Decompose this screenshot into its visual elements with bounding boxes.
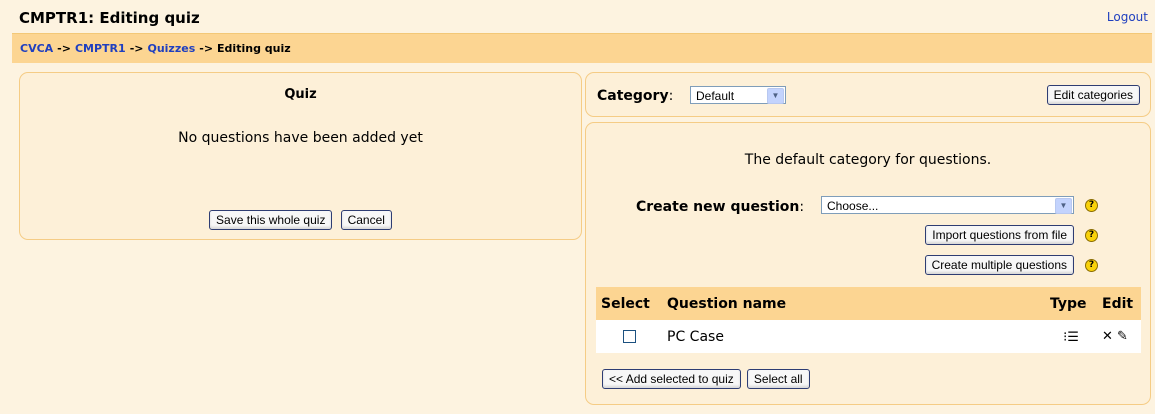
quiz-actions: Save this whole quiz Cancel [20,210,581,230]
breadcrumb-separator: -> [129,42,144,55]
quiz-panel-title: Quiz [284,87,317,102]
question-name: PC Case [662,320,1045,353]
category-panel: Category: Default ▼ Edit categories [585,72,1151,117]
chevron-down-icon: ▼ [767,88,784,104]
edit-categories-button[interactable]: Edit categories [1046,85,1140,105]
multichoice-icon: ⁝☰ [1063,329,1079,345]
bank-actions: << Add selected to quiz Select all [602,369,810,389]
type-cell: ⁝☰ [1045,320,1097,353]
page-title: CMPTR1: Editing quiz [19,9,200,27]
category-select[interactable]: Default ▼ [690,86,786,104]
category-description: The default category for questions. [744,152,992,168]
question-checkbox[interactable] [622,330,636,343]
import-questions-button[interactable]: Import questions from file [925,225,1074,245]
select-all-button[interactable]: Select all [746,369,810,389]
breadcrumb-quizzes[interactable]: Quizzes [147,42,195,55]
table-row: PC Case ⁝☰ ✕ ✎ [596,320,1141,353]
breadcrumb: CVCA -> CMPTR1 -> Quizzes -> Editing quiz [12,33,1152,63]
edit-icon[interactable]: ✎ [1117,329,1128,344]
help-icon[interactable]: ? [1085,259,1098,272]
cancel-button[interactable]: Cancel [340,210,392,230]
save-quiz-button[interactable]: Save this whole quiz [209,210,333,230]
question-bank-panel: The default category for questions. Crea… [585,122,1151,405]
help-icon[interactable]: ? [1085,199,1098,212]
questions-table: Select Question name Type Edit PC Case ⁝… [596,287,1141,353]
empty-quiz-message: No questions have been added yet [178,130,423,146]
delete-icon[interactable]: ✕ [1102,329,1113,344]
chevron-down-icon: ▼ [1055,198,1072,214]
column-type: Type [1045,287,1097,320]
breadcrumb-current: Editing quiz [217,42,291,55]
column-edit: Edit [1097,287,1141,320]
category-selected-value: Default [696,89,735,103]
add-selected-button[interactable]: << Add selected to quiz [602,369,741,389]
category-label: Category: [597,88,674,104]
select-cell [596,320,662,353]
logout-link[interactable]: Logout [1107,10,1148,24]
breadcrumb-cvca[interactable]: CVCA [20,42,53,55]
column-select: Select [596,287,662,320]
breadcrumb-separator: -> [199,42,214,55]
create-question-select[interactable]: Choose... ▼ [821,196,1074,214]
column-question-name: Question name [662,287,1045,320]
create-question-selected-value: Choose... [827,199,879,213]
breadcrumb-cmptr1[interactable]: CMPTR1 [75,42,126,55]
create-question-label: Create new question: [636,199,805,215]
help-icon[interactable]: ? [1085,229,1098,242]
breadcrumb-separator: -> [57,42,71,55]
quiz-panel: Quiz No questions have been added yet Sa… [19,72,582,240]
create-multiple-button[interactable]: Create multiple questions [924,255,1074,275]
edit-cell: ✕ ✎ [1097,320,1141,353]
table-header-row: Select Question name Type Edit [596,287,1141,320]
